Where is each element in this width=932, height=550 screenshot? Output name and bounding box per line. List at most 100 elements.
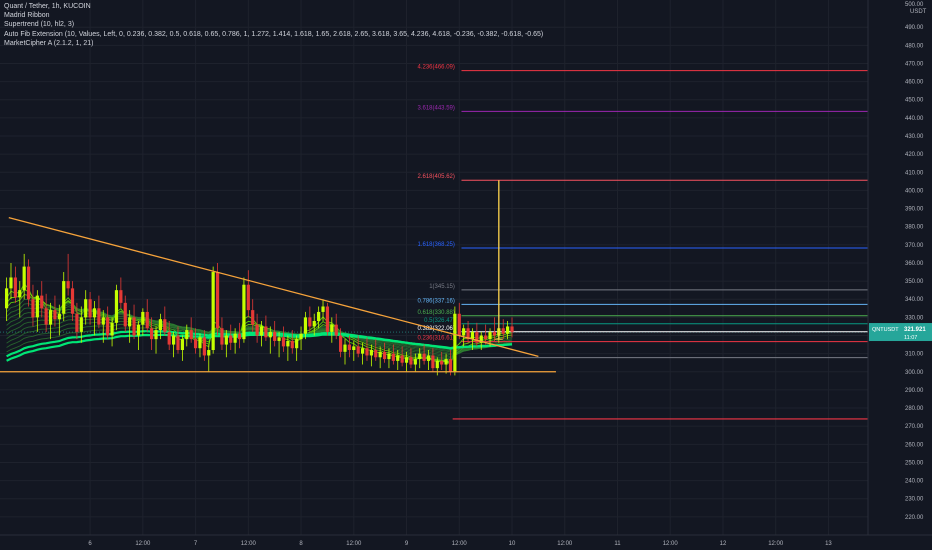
candle-body[interactable] bbox=[391, 353, 395, 361]
candle-body[interactable] bbox=[268, 331, 272, 338]
candle-body[interactable] bbox=[114, 290, 119, 323]
candle-body[interactable] bbox=[207, 350, 211, 356]
candle-body[interactable] bbox=[321, 306, 325, 312]
candle-body[interactable] bbox=[506, 326, 510, 334]
candle-body[interactable] bbox=[92, 308, 97, 318]
candle-body[interactable] bbox=[462, 328, 466, 336]
candle-body[interactable] bbox=[299, 333, 303, 340]
candle-body[interactable] bbox=[334, 324, 338, 336]
candle-body[interactable] bbox=[185, 330, 189, 340]
candle-body[interactable] bbox=[484, 335, 488, 340]
candle-body[interactable] bbox=[198, 337, 202, 349]
candle-body[interactable] bbox=[75, 313, 79, 332]
candle-body[interactable] bbox=[396, 355, 400, 361]
candle-body[interactable] bbox=[303, 317, 308, 334]
candle-body[interactable] bbox=[295, 339, 299, 349]
candle-body[interactable] bbox=[40, 295, 44, 309]
candle-body[interactable] bbox=[387, 353, 391, 360]
candle-body[interactable] bbox=[246, 284, 250, 311]
candle-body[interactable] bbox=[325, 306, 330, 332]
candle-body[interactable] bbox=[26, 266, 31, 300]
time-axis[interactable]: 6 12:00 7 12:00 8 12:00 9 12:00 10 12:00 11 12:00 12… bbox=[0, 534, 932, 550]
candle-body[interactable] bbox=[510, 326, 514, 332]
candle-body[interactable] bbox=[431, 355, 435, 369]
candle-body[interactable] bbox=[167, 331, 171, 345]
candle-body[interactable] bbox=[264, 326, 268, 338]
candle-body[interactable] bbox=[18, 290, 22, 298]
candle-body[interactable] bbox=[251, 310, 255, 325]
candle-body[interactable] bbox=[180, 339, 184, 351]
candle-body[interactable] bbox=[382, 351, 387, 360]
candle-body[interactable] bbox=[44, 308, 48, 325]
candle-body[interactable] bbox=[88, 299, 92, 318]
candle-body[interactable] bbox=[501, 328, 505, 334]
candle-body[interactable] bbox=[220, 328, 224, 345]
candle-body[interactable] bbox=[141, 311, 145, 325]
indicator-supertrend[interactable]: Supertrend (10, hl2, 3) bbox=[4, 20, 543, 29]
candle-body[interactable] bbox=[132, 317, 136, 336]
candle-body[interactable] bbox=[53, 310, 57, 320]
candle-body[interactable] bbox=[492, 331, 497, 336]
candle-body[interactable] bbox=[237, 333, 242, 340]
candle-body[interactable] bbox=[369, 350, 373, 356]
candle-body[interactable] bbox=[229, 335, 233, 343]
candle-body[interactable] bbox=[448, 359, 453, 372]
candle-body[interactable] bbox=[330, 324, 334, 332]
candle-body[interactable] bbox=[409, 357, 413, 365]
candle-body[interactable] bbox=[343, 344, 347, 352]
candle-body[interactable] bbox=[154, 330, 158, 340]
candle-body[interactable] bbox=[101, 317, 105, 325]
candle-body[interactable] bbox=[128, 317, 132, 327]
candle-body[interactable] bbox=[281, 337, 286, 347]
candle-body[interactable] bbox=[211, 272, 215, 351]
candle-body[interactable] bbox=[378, 351, 382, 358]
candle-body[interactable] bbox=[158, 319, 163, 331]
candle-body[interactable] bbox=[255, 324, 259, 336]
candle-body[interactable] bbox=[66, 281, 70, 289]
candle-body[interactable] bbox=[145, 311, 149, 329]
candle-body[interactable] bbox=[286, 340, 290, 347]
candle-body[interactable] bbox=[193, 339, 198, 349]
candle-body[interactable] bbox=[97, 308, 101, 325]
candle-body[interactable] bbox=[202, 337, 206, 356]
candle-body[interactable] bbox=[308, 317, 312, 327]
candle-body[interactable] bbox=[339, 335, 343, 352]
candle-body[interactable] bbox=[440, 360, 444, 365]
candle-body[interactable] bbox=[352, 346, 356, 351]
candle-body[interactable] bbox=[150, 328, 154, 340]
candle-body[interactable] bbox=[106, 317, 110, 336]
candle-body[interactable] bbox=[488, 331, 492, 340]
indicator-market-cipher[interactable]: MarketCipher A (2.1.2, 1, 21) bbox=[4, 39, 543, 48]
candle-body[interactable] bbox=[312, 321, 316, 327]
candle-body[interactable] bbox=[277, 337, 281, 341]
price-chart[interactable]: 4.236(466.09) 3.618(443.59) 2.618(405.62) 1… bbox=[0, 0, 932, 550]
candle-body[interactable] bbox=[444, 359, 448, 365]
candle-body[interactable] bbox=[9, 277, 13, 289]
candle-body[interactable] bbox=[84, 299, 88, 318]
indicator-madrid-ribbon[interactable]: Madrid Ribbon bbox=[4, 11, 543, 20]
candle-body[interactable] bbox=[31, 299, 35, 318]
candle-body[interactable] bbox=[189, 330, 193, 340]
candle-body[interactable] bbox=[70, 288, 75, 314]
candle-body[interactable] bbox=[79, 317, 83, 332]
candle-body[interactable] bbox=[356, 346, 360, 354]
candle-body[interactable] bbox=[215, 272, 220, 329]
candle-body[interactable] bbox=[404, 357, 409, 363]
candle-body[interactable] bbox=[48, 310, 53, 325]
candle-body[interactable] bbox=[172, 335, 176, 345]
candle-body[interactable] bbox=[224, 335, 228, 345]
candle-body[interactable] bbox=[365, 348, 369, 356]
candle-body[interactable] bbox=[259, 326, 264, 336]
candle-body[interactable] bbox=[435, 360, 439, 369]
last-price-tag[interactable]: QNTUSDT 321.921 11:07 bbox=[869, 323, 932, 342]
candle-body[interactable] bbox=[57, 313, 61, 320]
candle-body[interactable] bbox=[233, 333, 237, 343]
candle-body[interactable] bbox=[374, 350, 378, 358]
candle-body[interactable] bbox=[400, 355, 404, 363]
candle-body[interactable] bbox=[470, 331, 475, 340]
candle-body[interactable] bbox=[347, 344, 351, 351]
candle-body[interactable] bbox=[453, 313, 457, 372]
symbol-title[interactable]: Quant / Tether, 1h, KUCOIN bbox=[4, 2, 543, 11]
candle-body[interactable] bbox=[123, 302, 127, 327]
currency-label[interactable]: USDT bbox=[910, 9, 927, 15]
